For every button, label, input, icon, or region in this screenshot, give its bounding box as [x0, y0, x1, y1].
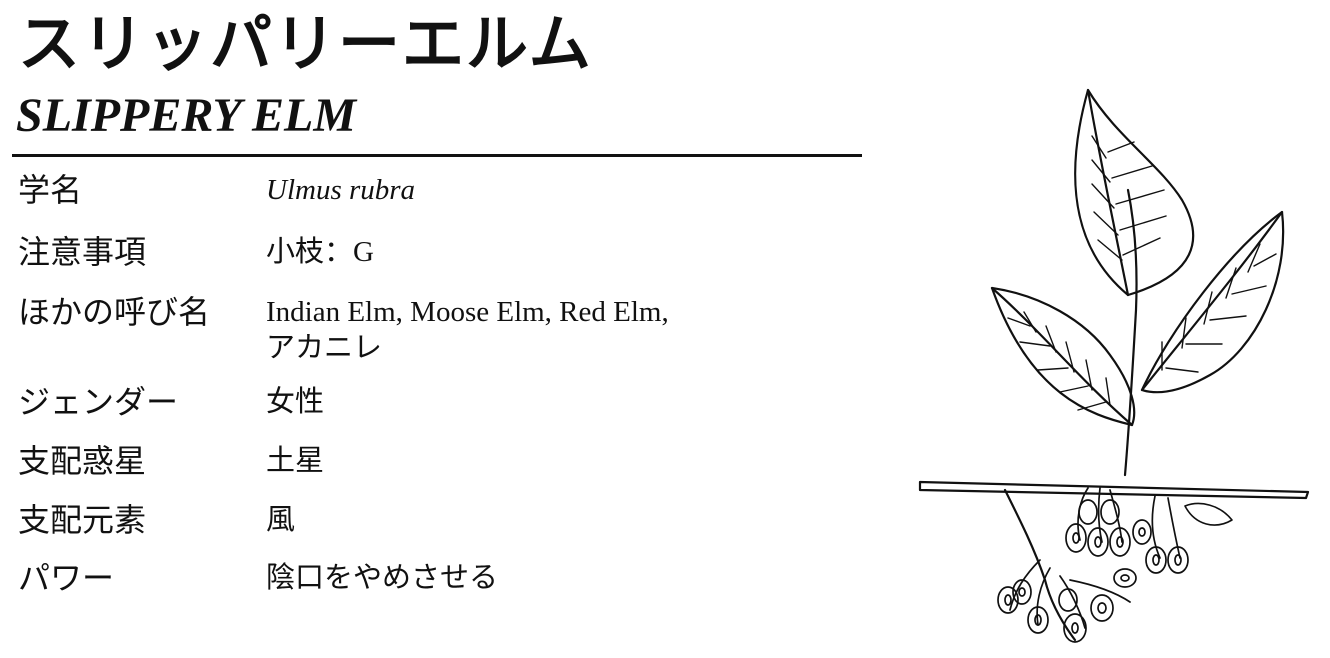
- twig-bud-leaf: [1184, 502, 1233, 526]
- right-leaf: [1140, 210, 1285, 394]
- caution-label: 注意事項: [18, 233, 147, 271]
- seed-cluster-right: [1132, 495, 1189, 574]
- caution-value: 小枝：G: [266, 236, 374, 268]
- page-title-english: SLIPPERY ELM: [16, 89, 357, 142]
- other-names-value-line-2: アカニレ: [266, 332, 383, 364]
- gender-label: ジェンダー: [18, 383, 179, 421]
- other-names-value-line-1: Indian Elm, Moose Elm, Red Elm,: [266, 296, 669, 328]
- seed-cluster-center: [1065, 487, 1131, 557]
- slippery-elm-illustration: [918, 88, 1310, 643]
- other-names-value: Indian Elm, Moose Elm, Red Elm, アカニレ: [266, 294, 669, 366]
- top-leaf: [1074, 88, 1195, 297]
- ruling-element-label: 支配元素: [18, 501, 147, 539]
- gender-value: 女性: [266, 386, 325, 418]
- power-value: 陰口をやめさせる: [266, 562, 499, 594]
- page-title-japanese: スリッパリーエルム: [18, 7, 593, 80]
- horizontal-twig: [918, 480, 1310, 500]
- other-names-label: ほかの呼び名: [18, 293, 211, 331]
- scientific-name-label: 学名: [18, 171, 83, 209]
- power-label: パワー: [18, 559, 115, 597]
- ruling-planet-value: 土星: [266, 445, 325, 477]
- upright-stem: [1123, 188, 1138, 477]
- title-divider: [12, 154, 862, 157]
- left-leaf: [990, 286, 1136, 427]
- scientific-name-value: Ulmus rubra: [266, 174, 416, 206]
- ruling-planet-label: 支配惑星: [18, 442, 147, 480]
- ruling-element-value: 風: [266, 504, 296, 536]
